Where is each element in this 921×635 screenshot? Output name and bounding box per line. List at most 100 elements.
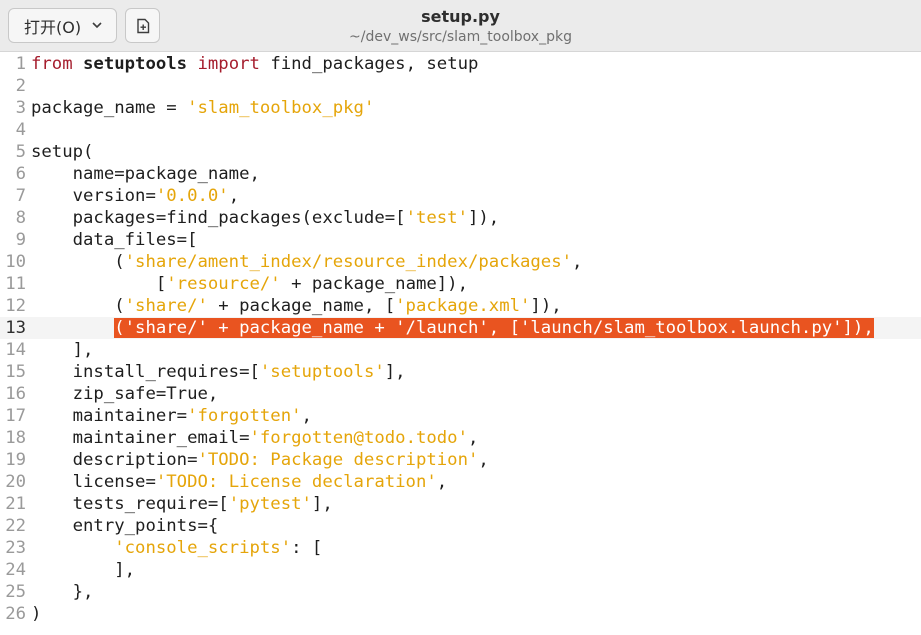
code-token: 'TODO: License declaration'	[155, 472, 437, 492]
code-line[interactable]: setup(	[31, 141, 93, 163]
code-token: ],	[31, 340, 94, 360]
code-token: ]),	[468, 208, 500, 228]
code-token: [	[31, 274, 167, 294]
code-token: find_packages, setup	[259, 54, 479, 74]
code-token: + package_name]),	[280, 274, 468, 294]
code-token: (	[31, 296, 125, 316]
code-token: install_requires=[	[31, 362, 260, 382]
line-number: 20	[5, 472, 26, 492]
code-line[interactable]: maintainer='forgotten',	[31, 405, 312, 427]
line-number: 19	[5, 450, 26, 470]
line-number: 18	[5, 428, 26, 448]
line-number: 2	[15, 76, 26, 96]
line-number: 25	[5, 582, 26, 602]
line-number: 13	[5, 318, 26, 338]
code-token: ,	[301, 406, 312, 426]
code-token: entry_points={	[31, 516, 219, 536]
code-token: setup(	[31, 142, 94, 162]
code-token: : [	[291, 538, 323, 558]
code-line[interactable]: },	[31, 581, 94, 603]
line-number: 4	[15, 120, 26, 140]
code-token: zip_safe=True,	[31, 384, 219, 404]
code-token: from	[31, 54, 73, 74]
header-bar: 打开(O) setup.py ~/dev_ws/src/slam_toolbox…	[0, 0, 921, 52]
code-token: ,	[478, 450, 489, 470]
code-line[interactable]: version='0.0.0',	[31, 185, 240, 207]
code-token: ],	[384, 362, 406, 382]
code-line[interactable]: ['resource/' + package_name]),	[31, 273, 468, 295]
code-line[interactable]: data_files=[	[31, 229, 198, 251]
code-token: 'test'	[405, 208, 468, 228]
code-line[interactable]: ('share/ament_index/resource_index/packa…	[31, 251, 582, 273]
line-number: 23	[5, 538, 26, 558]
code-token: (	[31, 252, 125, 272]
code-line[interactable]: packages=find_packages(exclude=['test'])…	[31, 207, 500, 229]
window-title: setup.py	[421, 7, 500, 26]
code-token: name=package_name,	[31, 164, 260, 184]
file-path: ~/dev_ws/src/slam_toolbox_pkg	[349, 29, 572, 45]
code-token: ],	[31, 560, 136, 580]
code-line[interactable]: name=package_name,	[31, 163, 260, 185]
line-number: 8	[15, 208, 26, 228]
code-line[interactable]: entry_points={	[31, 515, 219, 537]
code-line[interactable]: install_requires=['setuptools'],	[31, 361, 406, 383]
code-token: + package_name, [	[207, 296, 396, 316]
code-token: ,	[468, 428, 479, 448]
code-token: },	[31, 582, 94, 602]
code-line[interactable]: package_name = 'slam_toolbox_pkg'	[31, 97, 374, 119]
line-number: 26	[5, 604, 26, 624]
code-editor[interactable]: 1 from setuptools import find_packages, s…	[0, 52, 921, 635]
code-token: tests_require=[	[31, 494, 229, 514]
code-token: packages=find_packages(exclude=[	[31, 208, 406, 228]
code-line[interactable]: tests_require=['pytest'],	[31, 493, 333, 515]
code-token: data_files=[	[31, 230, 198, 250]
code-token: 'share/ament_index/resource_index/packag…	[124, 252, 573, 272]
code-token: ,	[228, 186, 240, 206]
line-number: 3	[15, 98, 26, 118]
code-token: 'setuptools'	[259, 362, 385, 382]
code-token: version=	[31, 186, 156, 206]
code-token: setuptools	[83, 54, 188, 74]
code-line[interactable]: ('share/' + package_name, ['package.xml'…	[31, 295, 561, 317]
line-number: 11	[5, 274, 26, 294]
selected-text: ('share/' + package_name + '/launch', ['…	[114, 318, 874, 338]
code-token: ],	[311, 494, 333, 514]
line-number: 9	[15, 230, 26, 250]
code-token: 'slam_toolbox_pkg'	[187, 98, 375, 118]
code-token: 'pytest'	[228, 494, 312, 514]
code-line[interactable]: from setuptools import find_packages, se…	[31, 53, 478, 75]
code-token: 'console_scripts'	[114, 538, 292, 558]
code-line[interactable]: maintainer_email='forgotten@todo.todo',	[31, 427, 479, 449]
code-token: )	[31, 604, 42, 624]
line-number: 15	[5, 362, 26, 382]
line-number: 7	[15, 186, 26, 206]
code-line[interactable]: ],	[31, 559, 135, 581]
code-token: 'resource/'	[166, 274, 281, 294]
code-token: ,	[572, 252, 583, 272]
code-line[interactable]: 'console_scripts': [	[31, 537, 322, 559]
code-line[interactable]: description='TODO: Package description',	[31, 449, 489, 471]
line-number: 24	[5, 560, 26, 580]
code-token: license=	[31, 472, 156, 492]
code-line[interactable]: license='TODO: License declaration',	[31, 471, 448, 493]
line-number: 17	[5, 406, 26, 426]
code-token: 'forgotten@todo.todo'	[249, 428, 469, 448]
line-number: 16	[5, 384, 26, 404]
line-number: 21	[5, 494, 26, 514]
code-line[interactable]: ],	[31, 339, 94, 361]
code-token: '0.0.0'	[155, 186, 229, 206]
code-line[interactable]: zip_safe=True,	[31, 383, 219, 405]
line-number: 1	[15, 54, 26, 74]
code-line[interactable]: ('share/' + package_name + '/launch', ['…	[31, 317, 874, 339]
code-token: 'forgotten'	[187, 406, 302, 426]
code-token: description=	[31, 450, 198, 470]
code-line[interactable]: )	[31, 603, 41, 625]
line-number: 5	[15, 142, 26, 162]
code-token: maintainer_email=	[31, 428, 250, 448]
code-token: import	[197, 54, 260, 74]
line-number: 12	[5, 296, 26, 316]
